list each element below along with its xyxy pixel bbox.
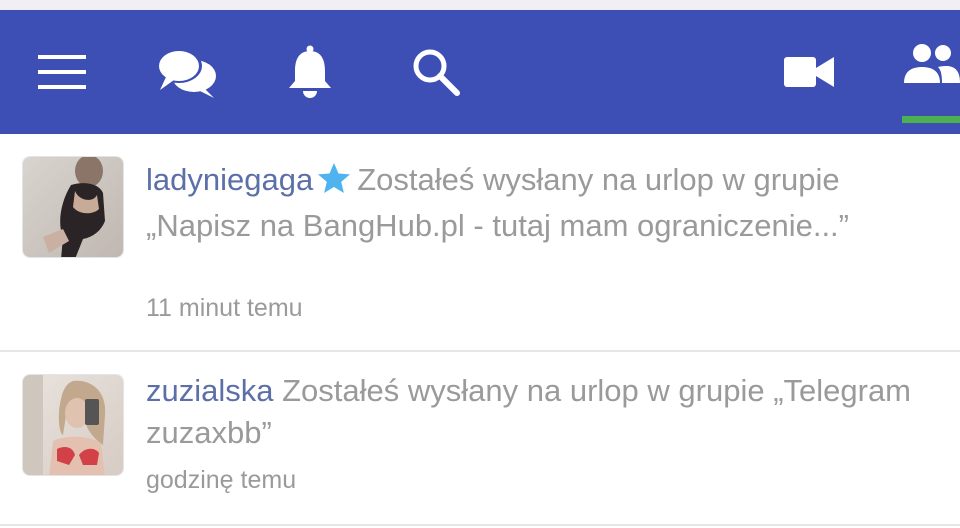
chat-icon[interactable] — [150, 10, 222, 134]
notification-text: ladyniegaga Zostałeś wysłany na urlop w g… — [146, 159, 926, 247]
notification-text: zuzialska Zostałeś wysłany na urlop w gr… — [146, 370, 926, 454]
star-icon — [317, 162, 351, 205]
avatar[interactable] — [22, 374, 124, 476]
top-app-bar — [0, 10, 960, 134]
avatar[interactable] — [22, 156, 124, 258]
active-tab-indicator — [902, 116, 960, 123]
search-icon[interactable] — [408, 10, 464, 134]
username[interactable]: zuzialska — [146, 373, 274, 408]
video-icon[interactable] — [780, 10, 838, 134]
menu-icon[interactable] — [30, 10, 94, 134]
notification-item[interactable]: zuzialska Zostałeś wysłany na urlop w gr… — [0, 352, 960, 524]
username[interactable]: ladyniegaga — [146, 162, 313, 197]
bell-icon[interactable] — [284, 10, 336, 134]
notification-time: godzinę temu — [146, 466, 297, 494]
notification-time: 11 minut temu — [146, 294, 303, 322]
divider — [0, 524, 960, 526]
status-strip — [0, 0, 960, 10]
friends-icon[interactable] — [902, 10, 960, 120]
notification-item[interactable]: ladyniegaga Zostałeś wysłany na urlop w g… — [0, 134, 960, 350]
